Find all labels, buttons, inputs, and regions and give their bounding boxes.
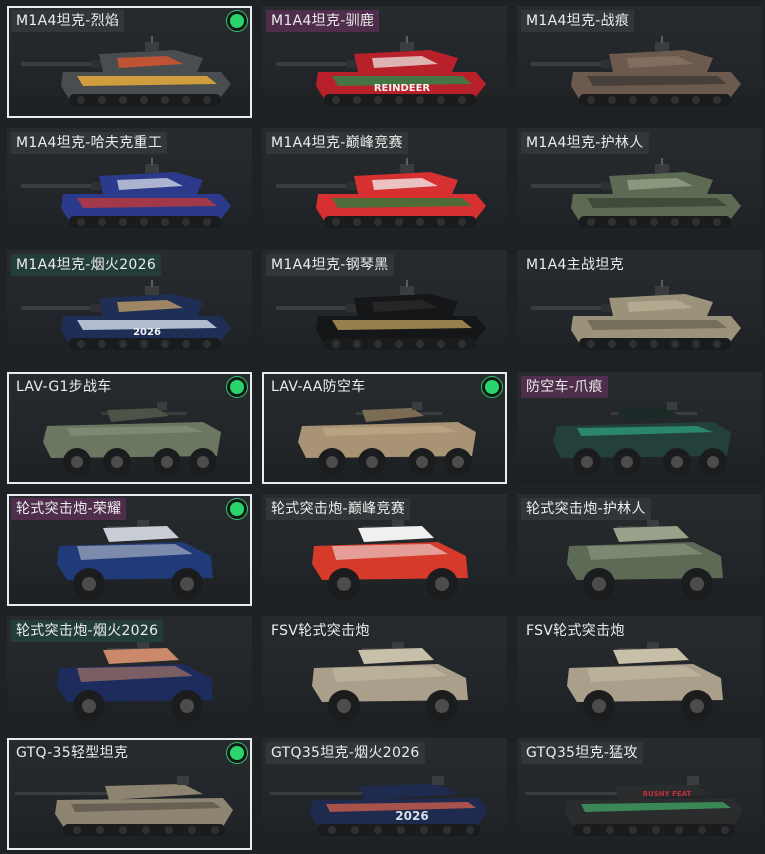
vehicle-skin-card[interactable]: FSV轮式突击炮 [262, 616, 507, 728]
vehicle-skin-card[interactable]: 轮式突击炮-荣耀 [7, 494, 252, 606]
vehicle-skin-name: 防空车-爪痕 [521, 376, 608, 398]
wheeled-vehicle-model [57, 642, 213, 722]
wheeled-vehicle-model [312, 642, 468, 722]
vehicle-skin-name: M1A4坦克-战痕 [521, 10, 635, 32]
vehicle-skin-name: LAV-AA防空车 [271, 379, 366, 395]
equipped-status-icon [230, 502, 244, 516]
vehicle-skin-card[interactable]: 轮式突击炮-护林人 [517, 494, 762, 606]
vehicle-skin-name: GTQ35坦克-烟火2026 [266, 742, 425, 764]
vehicle-skin-name: 轮式突击炮-烟火2026 [11, 620, 164, 642]
vehicle-skin-name: GTQ-35轻型坦克 [16, 745, 129, 761]
equipped-status-icon [230, 14, 244, 28]
vehicle-skin-card[interactable]: M1A4坦克-巅峰竞赛 [262, 128, 507, 240]
vehicle-skin-card[interactable]: REINDEER M1A4坦克-驯鹿 [262, 6, 507, 118]
vehicle-skin-name: FSV轮式突击炮 [526, 623, 625, 639]
tank-model [21, 36, 231, 106]
vehicle-skin-card[interactable]: M1A4主战坦克 [517, 250, 762, 362]
vehicle-skin-card[interactable]: 2026 M1A4坦克-烟火2026 [7, 250, 252, 362]
equipped-status-icon [485, 380, 499, 394]
vehicle-skin-card[interactable]: 轮式突击炮-巅峰竞赛 [262, 494, 507, 606]
vehicle-skin-card[interactable]: M1A4坦克-哈夫克重工 [7, 128, 252, 240]
tank-model [276, 158, 486, 228]
vehicle-skin-card[interactable]: 2026 GTQ35坦克-烟火2026 [262, 738, 507, 850]
vehicle-skin-name: FSV轮式突击炮 [271, 623, 370, 639]
light-tank-model [15, 776, 233, 836]
tank-model [531, 36, 741, 106]
vehicle-skin-card[interactable]: M1A4坦克-钢琴黑 [262, 250, 507, 362]
vehicle-skin-card[interactable]: RUSHY FEAT GTQ35坦克-猛攻 [517, 738, 762, 850]
vehicle-skin-card[interactable]: M1A4坦克-护林人 [517, 128, 762, 240]
vehicle-skin-name: M1A4坦克-烈焰 [11, 10, 125, 32]
wheeled-vehicle-model [567, 520, 723, 600]
tank-model [21, 158, 231, 228]
vehicle-skin-name: GTQ35坦克-猛攻 [521, 742, 643, 764]
vehicle-skin-name: 轮式突击炮-巅峰竞赛 [266, 498, 411, 520]
equipped-status-icon [230, 746, 244, 760]
vehicle-skin-card[interactable]: LAV-G1步战车 [7, 372, 252, 484]
light-tank-model: 2026 [270, 776, 488, 836]
vehicle-skin-name: M1A4坦克-护林人 [521, 132, 649, 154]
vehicle-skin-name: LAV-G1步战车 [16, 379, 112, 395]
vehicle-skin-name: 轮式突击炮-荣耀 [11, 498, 127, 520]
skin-decal-text: REINDEER [374, 83, 431, 94]
light-tank-model: RUSHY FEAT [525, 776, 743, 836]
tank-model: REINDEER [276, 36, 486, 106]
skin-decal-text: 2026 [133, 327, 161, 338]
tank-model [276, 280, 486, 350]
lav-model [43, 402, 221, 476]
wheeled-vehicle-model [312, 520, 468, 600]
vehicle-skin-card[interactable]: 轮式突击炮-烟火2026 [7, 616, 252, 728]
wheeled-vehicle-model [567, 642, 723, 722]
vehicle-skin-name: M1A4主战坦克 [526, 257, 624, 273]
lav-model [298, 402, 476, 476]
vehicle-skin-name: M1A4坦克-钢琴黑 [266, 254, 394, 276]
vehicle-skin-card[interactable]: M1A4坦克-烈焰 [7, 6, 252, 118]
tank-model: 2026 [21, 280, 231, 350]
vehicle-skin-name: M1A4坦克-哈夫克重工 [11, 132, 168, 154]
tank-model [531, 280, 741, 350]
vehicle-skin-name: 轮式突击炮-护林人 [521, 498, 651, 520]
tank-model [531, 158, 741, 228]
vehicle-skin-grid: M1A4坦克-烈焰 REINDEER M1A4坦克-驯鹿 M1A4坦克-战痕 M1A4坦… [0, 0, 765, 854]
wheeled-vehicle-model [57, 520, 213, 600]
vehicle-skin-card[interactable]: GTQ-35轻型坦克 [7, 738, 252, 850]
vehicle-skin-card[interactable]: LAV-AA防空车 [262, 372, 507, 484]
vehicle-skin-card[interactable]: FSV轮式突击炮 [517, 616, 762, 728]
skin-decal-text: RUSHY FEAT [643, 790, 692, 798]
vehicle-skin-name: M1A4坦克-巅峰竞赛 [266, 132, 408, 154]
vehicle-skin-name: M1A4坦克-驯鹿 [266, 10, 380, 32]
vehicle-skin-card[interactable]: M1A4坦克-战痕 [517, 6, 762, 118]
lav-model [553, 402, 731, 476]
vehicle-skin-card[interactable]: 防空车-爪痕 [517, 372, 762, 484]
vehicle-skin-name: M1A4坦克-烟火2026 [11, 254, 162, 276]
equipped-status-icon [230, 380, 244, 394]
skin-decal-text: 2026 [395, 809, 428, 823]
